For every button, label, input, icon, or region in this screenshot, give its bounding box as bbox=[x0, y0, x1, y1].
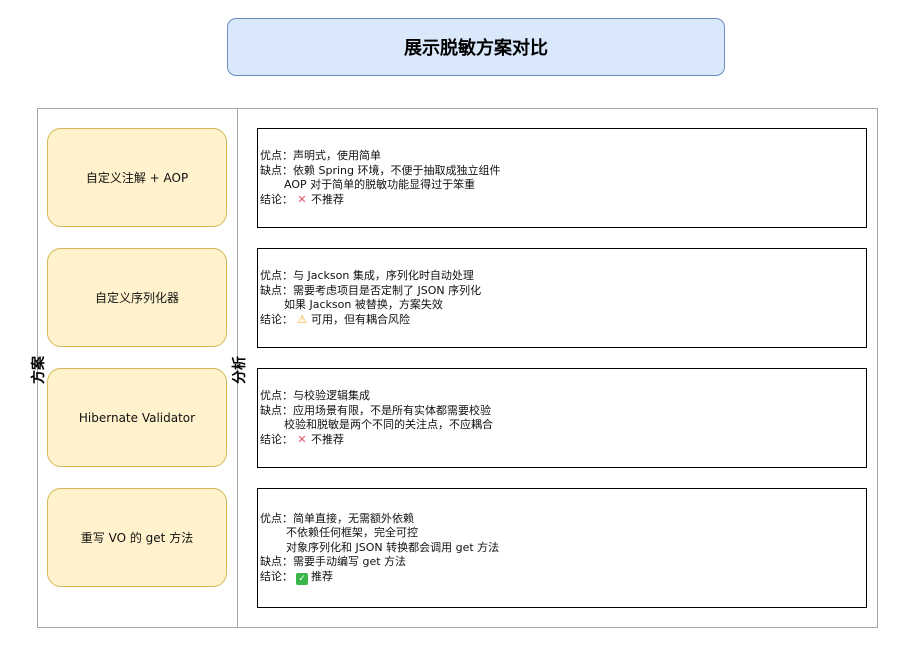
analysis-pros: 优点：与校验逻辑集成 bbox=[260, 389, 370, 402]
conclusion-prefix: 结论： bbox=[260, 569, 293, 583]
scheme-column-label: 方案 bbox=[31, 356, 47, 384]
analysis-column-label: 分析 bbox=[232, 356, 248, 384]
scheme-label: Hibernate Validator bbox=[78, 410, 196, 425]
analysis-box-serializer: 优点：与 Jackson 集成，序列化时自动处理 缺点：需要考虑项目是否定制了 … bbox=[257, 248, 867, 348]
scheme-label: 自定义序列化器 bbox=[94, 291, 179, 305]
cross-mark-icon: ✕ bbox=[297, 192, 307, 206]
conclusion-text: 不推荐 bbox=[311, 192, 344, 206]
scheme-box-serializer: 自定义序列化器 bbox=[47, 248, 227, 347]
analysis-cons: 缺点：需要手动编写 get 方法 bbox=[260, 555, 407, 568]
conclusion-text: 可用，但有耦合风险 bbox=[311, 312, 410, 326]
analysis-pros: 优点：简单直接，无需额外依赖 bbox=[260, 511, 414, 525]
cross-mark-icon: ✕ bbox=[297, 432, 307, 446]
warning-icon: ⚠ bbox=[297, 312, 307, 326]
diagram-title: 展示脱敏方案对比 bbox=[404, 38, 548, 59]
analysis-box-vo-getter: 优点：简单直接，无需额外依赖 不依赖任何框架，完全可控 对象序列化和 JSON … bbox=[257, 488, 867, 608]
analysis-conclusion: 结论： ✕ 不推荐 bbox=[260, 433, 866, 448]
analysis-cons-cont: 校验和脱敏是两个不同的关注点，不应耦合 bbox=[284, 418, 493, 431]
analysis-pros-cont: 不依赖任何框架，完全可控 bbox=[286, 526, 418, 539]
analysis-conclusion: 结论： ⚠ 可用，但有耦合风险 bbox=[260, 313, 866, 328]
analysis-pros: 优点：与 Jackson 集成，序列化时自动处理 bbox=[260, 269, 474, 282]
analysis-conclusion: 结论： ✕ 不推荐 bbox=[260, 193, 866, 208]
analysis-cons-cont: AOP 对于简单的脱敏功能显得过于笨重 bbox=[284, 178, 476, 191]
scheme-label: 重写 VO 的 get 方法 bbox=[80, 531, 194, 545]
conclusion-prefix: 结论： bbox=[260, 192, 293, 206]
conclusion-prefix: 结论： bbox=[260, 312, 293, 326]
analysis-box-aop: 优点：声明式，使用简单 缺点：依赖 Spring 环境，不便于抽取成独立组件 A… bbox=[257, 128, 867, 228]
conclusion-text: 推荐 bbox=[311, 569, 333, 583]
scheme-box-aop: 自定义注解 + AOP bbox=[47, 128, 227, 227]
title-box: 展示脱敏方案对比 bbox=[227, 18, 725, 76]
analysis-cons-cont: 如果 Jackson 被替换，方案失效 bbox=[284, 298, 443, 311]
conclusion-prefix: 结论： bbox=[260, 432, 293, 446]
scheme-box-hibernate-validator: Hibernate Validator bbox=[47, 368, 227, 467]
analysis-pros: 优点：声明式，使用简单 bbox=[260, 149, 381, 162]
analysis-conclusion: 结论： ✓ 推荐 bbox=[260, 570, 866, 585]
check-mark-icon: ✓ bbox=[296, 572, 308, 585]
scheme-label: 自定义注解 + AOP bbox=[85, 171, 189, 185]
scheme-box-vo-getter: 重写 VO 的 get 方法 bbox=[47, 488, 227, 587]
analysis-cons: 缺点：应用场景有限，不是所有实体都需要校验 bbox=[260, 403, 491, 417]
analysis-cons: 缺点：需要考虑项目是否定制了 JSON 序列化 bbox=[260, 283, 482, 297]
analysis-pros-cont: 对象序列化和 JSON 转换都会调用 get 方法 bbox=[286, 540, 500, 554]
conclusion-text: 不推荐 bbox=[311, 432, 344, 446]
analysis-cons: 缺点：依赖 Spring 环境，不便于抽取成独立组件 bbox=[260, 163, 501, 177]
analysis-box-hibernate-validator: 优点：与校验逻辑集成 缺点：应用场景有限，不是所有实体都需要校验 校验和脱敏是两… bbox=[257, 368, 867, 468]
